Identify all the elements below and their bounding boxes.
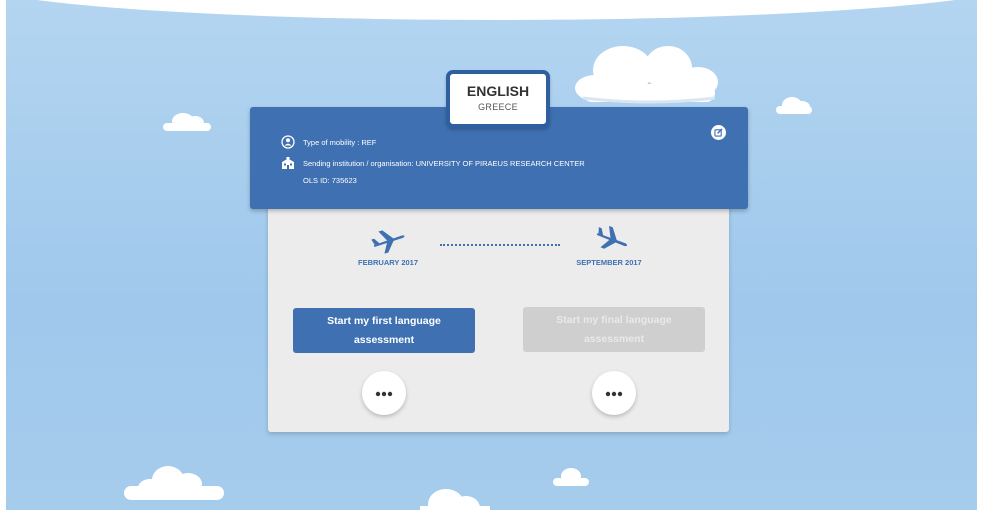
- timeline-connector: [440, 244, 560, 246]
- sending-institution-text: Sending institution / organisation: UNIV…: [303, 158, 585, 168]
- more-icon: [375, 384, 393, 402]
- sky-top-edge: [6, 0, 977, 20]
- cloud-bottom-left: [120, 462, 230, 502]
- person-icon: [281, 135, 295, 149]
- start-first-assessment-button[interactable]: Start my first language assessment: [293, 308, 475, 353]
- airplane-arrival-icon: [594, 225, 630, 259]
- language-badge: ENGLISH GREECE: [446, 70, 550, 128]
- mobility-type-text: Type of mobility : REF: [303, 137, 377, 147]
- ols-id-text: OLS ID: 735623: [303, 176, 357, 185]
- building-icon: [281, 156, 295, 170]
- end-date: SEPTEMBER 2017: [576, 258, 642, 267]
- first-assessment-more-button[interactable]: [362, 371, 406, 415]
- language-name: ENGLISH: [466, 83, 530, 99]
- edit-button[interactable]: [711, 125, 726, 140]
- cloud-bottom-center: [551, 466, 591, 488]
- start-date: FEBRUARY 2017: [357, 258, 419, 267]
- airplane-departure-icon: [371, 226, 407, 259]
- sending-institution-row: Sending institution / organisation: UNIV…: [281, 156, 585, 170]
- language-country: GREECE: [478, 102, 518, 112]
- cloud-small-right: [774, 95, 814, 115]
- cloud-bottom-partial: [414, 484, 494, 510]
- cloud-small-left: [161, 112, 213, 132]
- ols-id-row: OLS ID: 735623: [303, 176, 357, 185]
- edit-icon: [714, 124, 723, 142]
- more-icon: [605, 384, 623, 402]
- final-assessment-more-button[interactable]: [592, 371, 636, 415]
- start-final-assessment-button[interactable]: Start my final language assessment: [523, 307, 705, 352]
- mobility-type-row: Type of mobility : REF: [281, 135, 376, 149]
- cloud-large: [573, 40, 725, 104]
